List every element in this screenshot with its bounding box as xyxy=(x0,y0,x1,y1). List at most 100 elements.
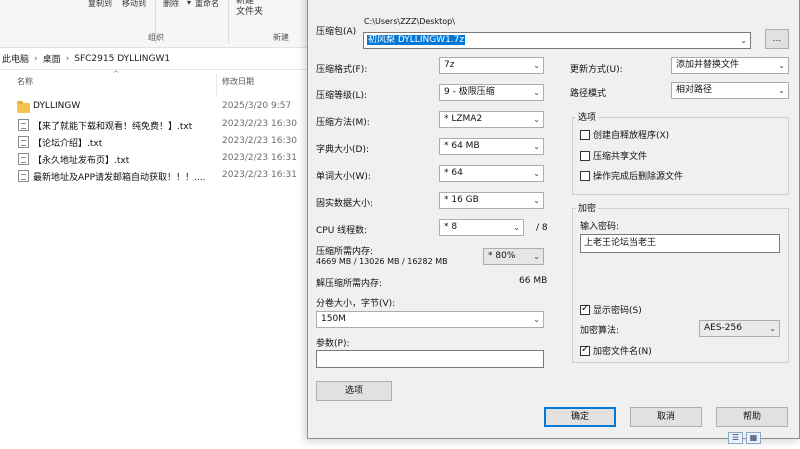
parameters-label: 参数(P): xyxy=(316,339,350,349)
file-date: 2023/2/23 16:30 xyxy=(222,136,297,146)
chevron-down-icon: ⌄ xyxy=(533,315,540,324)
column-header-modified[interactable]: 修改日期 xyxy=(222,76,254,92)
format-select[interactable]: 7z ⌄ xyxy=(439,57,544,74)
ribbon-divider xyxy=(228,0,229,44)
update-mode-select[interactable]: 添加并替换文件 ⌄ xyxy=(671,57,789,74)
memory-percent-select[interactable]: * 80% ⌄ xyxy=(483,248,544,265)
file-row[interactable]: 【永久地址发布页】.txt 2023/2/23 16:31 xyxy=(0,151,308,168)
chevron-down-icon: ⌄ xyxy=(533,169,540,178)
column-divider xyxy=(216,74,217,96)
volume-size-value: 150M xyxy=(321,314,346,324)
format-label: 压缩格式(F): xyxy=(316,65,368,75)
level-value: 9 - 极限压缩 xyxy=(444,87,495,97)
dictionary-label: 字典大小(D): xyxy=(316,145,369,155)
encryption-method-select[interactable]: AES-256 ⌄ xyxy=(699,320,780,337)
archive-label: 压缩包(A) xyxy=(316,27,357,37)
path-mode-select[interactable]: 相对路径 ⌄ xyxy=(671,82,789,99)
encrypt-names-checkbox[interactable]: 加密文件名(N) xyxy=(580,344,652,357)
delete-after-checkbox[interactable]: 操作完成后删除源文件 xyxy=(580,169,683,182)
file-row[interactable]: DYLLINGW 2025/3/20 9:57 xyxy=(0,99,308,116)
large-icons-view-icon[interactable]: ▦ xyxy=(746,432,761,444)
archive-name-input[interactable]: 初风梨 DYLLINGW1.7z ⌄ xyxy=(363,32,751,49)
chevron-down-icon[interactable]: ⌄ xyxy=(740,33,747,48)
file-name: 最新地址及APP请发邮箱自动获取！！！.... xyxy=(33,173,206,183)
show-password-checkbox[interactable]: 显示密码(S) xyxy=(580,303,642,316)
folder-icon xyxy=(17,101,30,113)
solid-block-select[interactable]: * 16 GB ⌄ xyxy=(439,192,544,209)
level-label: 压缩等级(L): xyxy=(316,91,368,101)
column-header-name[interactable]: 名称 xyxy=(17,76,33,92)
checkbox-box[interactable] xyxy=(580,129,590,140)
chevron-down-icon: ⌄ xyxy=(533,196,540,205)
file-date: 2023/2/23 16:31 xyxy=(222,170,297,180)
new-folder-button[interactable]: 新建 文件夹 xyxy=(236,0,263,18)
sfx-checkbox[interactable]: 创建自释放程序(X) xyxy=(580,128,669,141)
word-size-select[interactable]: * 64 ⌄ xyxy=(439,165,544,182)
archive-path: C:\Users\ZZZ\Desktop\ xyxy=(364,17,455,26)
compress-memory-value: 4669 MB / 13026 MB / 16282 MB xyxy=(316,257,448,266)
show-password-label: 显示密码(S) xyxy=(593,306,642,316)
compress-memory-label: 压缩所需内存: xyxy=(316,247,374,257)
options-button[interactable]: 选项 xyxy=(316,381,392,401)
volume-size-select[interactable]: 150M ⌄ xyxy=(316,311,544,328)
checkbox-box[interactable] xyxy=(580,170,590,181)
browse-button[interactable]: ... xyxy=(765,29,789,49)
text-file-icon xyxy=(18,170,29,182)
chevron-down-icon: ⌄ xyxy=(778,61,785,70)
chevron-down-icon: ⌄ xyxy=(533,61,540,70)
chevron-right-icon: › xyxy=(34,53,38,64)
chevron-down-icon[interactable]: ▾ xyxy=(187,0,191,7)
file-name: 【来了就能下载和观看！纯免费！】.txt xyxy=(33,122,193,132)
breadcrumb-item[interactable]: SFC2915 DYLLINGW1 xyxy=(74,54,170,64)
word-size-label: 单词大小(W): xyxy=(316,172,371,182)
shared-files-checkbox[interactable]: 压缩共享文件 xyxy=(580,149,647,162)
word-size-value: * 64 xyxy=(444,168,463,178)
chevron-down-icon: ⌄ xyxy=(533,88,540,97)
level-select[interactable]: 9 - 极限压缩 ⌄ xyxy=(439,84,544,101)
encryption-group-title: 加密 xyxy=(576,201,599,214)
cancel-button[interactable]: 取消 xyxy=(630,407,702,427)
rename-button[interactable]: 重命名 xyxy=(195,0,219,9)
file-name: 【永久地址发布页】.txt xyxy=(33,156,130,166)
details-view-icon[interactable]: ☰ xyxy=(728,432,743,444)
file-row[interactable]: 【来了就能下载和观看！纯免费！】.txt 2023/2/23 16:30 xyxy=(0,117,308,134)
password-label: 输入密码: xyxy=(580,222,620,232)
file-row[interactable]: 最新地址及APP请发邮箱自动获取！！！.... 2023/2/23 16:31 xyxy=(0,168,308,185)
delete-button[interactable]: 删除 xyxy=(163,0,179,9)
copy-to-button[interactable]: 复制到 xyxy=(88,0,112,9)
decompress-memory-value: 66 MB xyxy=(519,276,548,286)
help-button[interactable]: 帮助 xyxy=(716,407,788,427)
file-row[interactable]: 【论坛介绍】.txt 2023/2/23 16:30 xyxy=(0,134,308,151)
breadcrumb-item[interactable]: 桌面 xyxy=(43,52,61,65)
encryption-method-value: AES-256 xyxy=(704,323,742,333)
method-select[interactable]: * LZMA2 ⌄ xyxy=(439,111,544,128)
breadcrumb[interactable]: 此电脑 › 桌面 › SFC2915 DYLLINGW1 xyxy=(0,48,308,70)
view-switcher: ☰ ▦ xyxy=(728,432,761,444)
move-to-button[interactable]: 移动到 xyxy=(122,0,146,9)
encrypt-names-label: 加密文件名(N) xyxy=(593,347,652,357)
parameters-input[interactable] xyxy=(316,350,544,368)
options-group-title: 选项 xyxy=(576,110,599,123)
ok-button[interactable]: 确定 xyxy=(544,407,616,427)
chevron-right-icon: › xyxy=(65,53,70,64)
shared-files-label: 压缩共享文件 xyxy=(593,152,648,162)
path-mode-label: 路径模式 xyxy=(570,89,607,99)
file-date: 2025/3/20 9:57 xyxy=(222,101,292,111)
checkbox-box[interactable] xyxy=(580,344,590,356)
checkbox-box[interactable] xyxy=(580,150,590,161)
dictionary-value: * 64 MB xyxy=(444,141,480,151)
method-value: * LZMA2 xyxy=(444,114,483,124)
password-input[interactable]: 上老王论坛当老王 xyxy=(580,234,780,253)
breadcrumb-item[interactable]: 此电脑 xyxy=(2,52,29,65)
chevron-down-icon: ⌄ xyxy=(533,142,540,151)
checkbox-box[interactable] xyxy=(580,303,590,315)
cpu-threads-select[interactable]: * 8 ⌄ xyxy=(439,219,524,236)
file-date: 2023/2/23 16:30 xyxy=(222,119,297,129)
chevron-down-icon: ⌄ xyxy=(533,115,540,124)
chevron-down-icon: ⌄ xyxy=(513,223,520,232)
volume-size-label: 分卷大小，字节(V): xyxy=(316,299,396,309)
chevron-down-icon: ⌄ xyxy=(778,86,785,95)
path-mode-value: 相对路径 xyxy=(676,85,713,95)
dictionary-select[interactable]: * 64 MB ⌄ xyxy=(439,138,544,155)
sort-ascending-icon: ^ xyxy=(113,70,119,78)
